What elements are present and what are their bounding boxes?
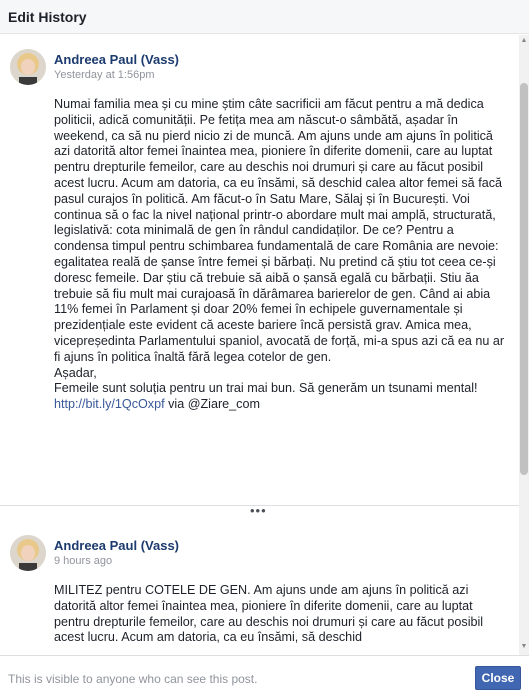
post-paragraph: Numai familia mea și cu mine știm câte s…: [54, 97, 505, 364]
close-button[interactable]: Close: [475, 666, 521, 690]
more-icon[interactable]: •••: [250, 503, 267, 518]
scrollbar[interactable]: ▲ ▼: [519, 35, 529, 655]
scroll-down-icon[interactable]: ▼: [520, 643, 528, 651]
post-body: Numai familia mea și cu mine știm câte s…: [54, 97, 509, 413]
dialog-title: Edit History: [8, 9, 87, 25]
author-name[interactable]: Andreea Paul (Vass): [54, 52, 179, 67]
dialog-header: Edit History: [0, 0, 529, 34]
dialog-footer: This is visible to anyone who can see th…: [0, 655, 529, 700]
scrollbar-thumb[interactable]: [520, 83, 528, 475]
edit-history-list[interactable]: Andreea Paul (Vass) Yesterday at 1:56pm …: [0, 35, 529, 655]
avatar[interactable]: [10, 535, 46, 571]
post-body: MILITEZ pentru COTELE DE GEN. Am ajuns u…: [54, 583, 509, 646]
post-timestamp[interactable]: Yesterday at 1:56pm: [54, 69, 155, 81]
scroll-up-icon[interactable]: ▲: [520, 37, 528, 45]
author-name[interactable]: Andreea Paul (Vass): [54, 538, 179, 553]
avatar[interactable]: [10, 49, 46, 85]
post-timestamp[interactable]: 9 hours ago: [54, 555, 112, 567]
post-text: Femeile sunt soluția pentru un trai mai …: [54, 381, 478, 396]
post-paragraph: Așadar,: [54, 365, 97, 380]
post-text: via @Ziare_com: [164, 397, 260, 412]
post-paragraph: MILITEZ pentru COTELE DE GEN. Am ajuns u…: [54, 583, 484, 645]
visibility-note: This is visible to anyone who can see th…: [8, 672, 258, 686]
post-paragraph: Femeile sunt soluția pentru un trai mai …: [54, 381, 509, 413]
post-link[interactable]: http://bit.ly/1QcOxpf: [54, 397, 165, 411]
